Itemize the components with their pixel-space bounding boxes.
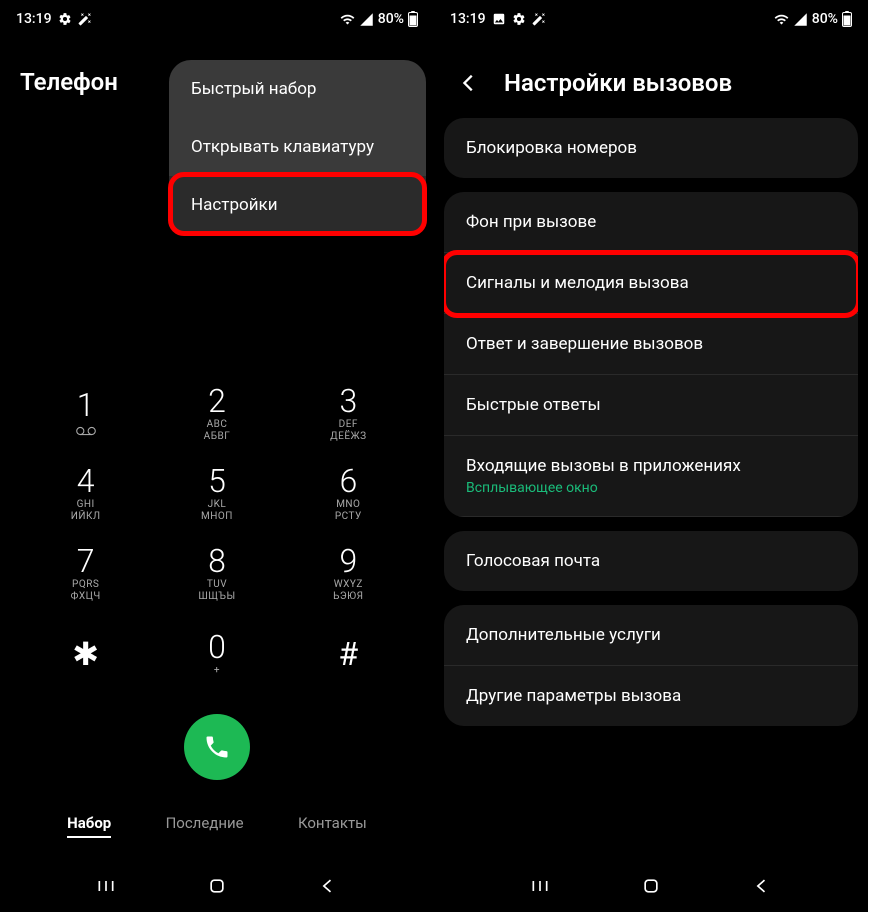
key-1[interactable]: 1 [20, 374, 151, 454]
phone-icon [203, 733, 231, 761]
gear-icon [58, 12, 72, 26]
tab-dialpad[interactable]: Набор [67, 810, 111, 838]
nav-recents-icon[interactable] [530, 876, 550, 900]
battery-icon [408, 11, 418, 27]
tab-contacts[interactable]: Контакты [298, 810, 367, 838]
battery-icon [842, 11, 852, 27]
key-6[interactable]: 6 MNO РСТУ [283, 454, 414, 534]
settings-list: Блокировка номеров Фон при вызове Сигнал… [434, 118, 868, 864]
status-bar: 13:19 80% [434, 0, 868, 38]
key-star[interactable]: ✱ [20, 614, 151, 694]
gear-icon [512, 12, 526, 26]
setting-label: Входящие вызовы в приложениях [466, 456, 836, 476]
key-2[interactable]: 2 ABC АБВГ [151, 374, 282, 454]
nav-bar [0, 864, 434, 912]
setting-quick-replies[interactable]: Быстрые ответы [444, 375, 858, 436]
wand-icon [532, 12, 546, 26]
key-0[interactable]: 0 + [151, 614, 282, 694]
setting-ringtones[interactable]: Сигналы и мелодия вызова [444, 253, 858, 314]
key-4[interactable]: 4 GHI ИЙКЛ [20, 454, 151, 534]
setting-call-background[interactable]: Фон при вызове [444, 192, 858, 253]
wand-icon [78, 12, 92, 26]
signal-icon [359, 12, 374, 27]
phone-screen-right: 13:19 80% Нас [434, 0, 868, 912]
setting-other[interactable]: Другие параметры вызова [444, 666, 858, 726]
key-5[interactable]: 5 JKL МНОП [151, 454, 282, 534]
nav-back-icon[interactable] [318, 876, 338, 900]
wifi-icon [340, 12, 355, 27]
setting-voicemail[interactable]: Голосовая почта [444, 531, 858, 591]
tab-recent[interactable]: Последние [166, 810, 244, 838]
menu-open-keyboard[interactable]: Открывать клавиатуру [169, 118, 426, 176]
setting-block-numbers[interactable]: Блокировка номеров [444, 118, 858, 178]
dialpad: 1 2 ABC АБВГ 3 DEF ДЕЁЖЗ 4 GHI ИЙКЛ [20, 374, 414, 694]
overflow-menu: Быстрый набор Открывать клавиатуру Настр… [169, 60, 426, 234]
nav-home-icon[interactable] [207, 876, 227, 900]
menu-settings[interactable]: Настройки [169, 176, 426, 234]
setting-supplementary[interactable]: Дополнительные услуги [444, 605, 858, 666]
status-time: 13:19 [450, 11, 486, 27]
nav-home-icon[interactable] [641, 876, 661, 900]
nav-back-icon[interactable] [752, 876, 772, 900]
nav-bar [434, 864, 868, 912]
bottom-tabs: Набор Последние Контакты [20, 798, 414, 854]
setting-incoming-apps[interactable]: Входящие вызовы в приложениях Всплывающе… [444, 436, 858, 517]
battery-text: 80% [378, 11, 404, 27]
status-bar: 13:19 80% [0, 0, 434, 38]
app-header: Настройки вызовов [434, 38, 868, 118]
back-button[interactable] [454, 68, 484, 98]
battery-text: 80% [812, 11, 838, 27]
call-button[interactable] [184, 714, 250, 780]
status-time: 13:19 [16, 11, 52, 27]
wifi-icon [774, 12, 789, 27]
settings-section: Блокировка номеров [444, 118, 858, 178]
signal-icon [793, 12, 808, 27]
page-title: Телефон [20, 68, 118, 96]
phone-screen-left: 13:19 80% Телефон Быстрый набор Открыв [0, 0, 434, 912]
settings-section: Голосовая почта [444, 531, 858, 591]
settings-section: Фон при вызове Сигналы и мелодия вызова … [444, 192, 858, 517]
key-7[interactable]: 7 PQRS ФХЦЧ [20, 534, 151, 614]
page-title: Настройки вызовов [504, 69, 732, 97]
key-8[interactable]: 8 TUV ШЩЪЫ [151, 534, 282, 614]
key-3[interactable]: 3 DEF ДЕЁЖЗ [283, 374, 414, 454]
image-icon [492, 12, 506, 26]
key-9[interactable]: 9 WXYZ ЬЭЮЯ [283, 534, 414, 614]
setting-sublabel: Всплывающее окно [466, 480, 836, 496]
menu-speed-dial[interactable]: Быстрый набор [169, 60, 426, 118]
nav-recents-icon[interactable] [96, 876, 116, 900]
setting-answer-end[interactable]: Ответ и завершение вызовов [444, 314, 858, 375]
key-hash[interactable]: # [283, 614, 414, 694]
settings-section: Дополнительные услуги Другие параметры в… [444, 605, 858, 726]
voicemail-icon [76, 425, 96, 440]
